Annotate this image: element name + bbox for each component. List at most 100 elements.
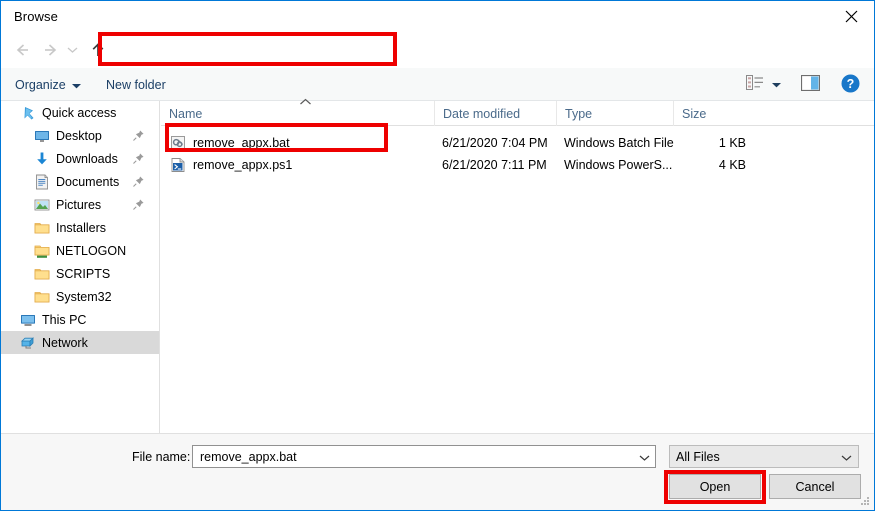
cell-text: 4 KB [718,158,746,172]
sidebar-item-label: This PC [42,312,87,327]
cell-type: Windows PowerS... [556,154,673,176]
recent-locations-button[interactable] [63,37,81,63]
pin-icon[interactable] [132,152,145,168]
cell-text: Windows Batch File [564,136,674,150]
chevron-down-icon [67,46,78,54]
cell-text: 6/21/2020 7:04 PM [442,136,548,150]
column-header-name[interactable]: Name [161,101,434,126]
pin-icon[interactable] [132,129,145,145]
sidebar-item-installers[interactable]: Installers [1,216,159,239]
cell-text: remove_appx.ps1 [193,158,293,172]
folder-icon [34,289,50,305]
column-header-size[interactable]: Size [673,101,758,126]
sidebar-item-quick-access[interactable]: Quick access [1,101,159,124]
pin-icon[interactable] [132,198,145,214]
cell-text: 1 KB [718,136,746,150]
sidebar-item-label: NETLOGON [56,243,127,258]
sidebar-item-documents[interactable]: Documents [1,170,159,193]
batch-file-icon [170,135,186,151]
documents-icon [34,174,50,190]
navigation-pane: Quick access Desktop Downloads Documents Pic… [1,101,160,433]
sidebar-item-label: Network [42,335,88,350]
sidebar-item-pictures[interactable]: Pictures [1,193,159,216]
sidebar-item-network[interactable]: Network [1,331,159,354]
cell-size: 1 KB [673,132,758,154]
sidebar-item-label: System32 [56,289,112,304]
cancel-button[interactable]: Cancel [769,474,861,499]
cell-name: remove_appx.bat [161,132,434,154]
table-row[interactable]: remove_appx.bat 6/21/2020 7:04 PM Windows … [161,132,874,154]
resize-grip-icon[interactable] [859,495,871,507]
column-header-type[interactable]: Type [556,101,673,126]
new-folder-button[interactable]: New folder [106,75,166,95]
file-rows: remove_appx.bat 6/21/2020 7:04 PM Windows … [161,126,874,176]
column-header-label: Name [169,106,203,121]
cell-date: 6/21/2020 7:04 PM [434,132,556,154]
column-header-row: Name Date modified Type Size [161,98,874,126]
file-name-input[interactable] [198,448,618,465]
chevron-down-icon[interactable] [639,451,650,465]
sidebar-item-desktop[interactable]: Desktop [1,124,159,147]
cell-type: Windows Batch File [556,132,674,154]
window-title: Browse [14,9,58,24]
file-list-pane: Name Date modified Type Size remove_appx.ba… [161,98,874,433]
command-bar: Organize New folder ? [1,68,874,101]
help-icon: ? [841,74,860,96]
preview-pane-icon [800,74,821,94]
open-button[interactable]: Open [669,474,761,499]
caret-down-icon [772,77,781,91]
preview-pane-button[interactable] [800,74,821,94]
sidebar-item-label: Documents [56,174,120,189]
cell-text: Windows PowerS... [564,158,673,172]
change-view-button[interactable] [746,75,781,93]
help-button[interactable]: ? [841,74,860,96]
column-header-date[interactable]: Date modified [434,101,556,126]
sidebar-item-system32[interactable]: System32 [1,285,159,308]
view-list-icon [746,75,764,93]
browse-dialog: Browse Search SCRIPTS Organize New folde… [0,0,875,511]
pin-icon[interactable] [132,175,145,191]
sidebar-item-label: Quick access [42,105,117,120]
sidebar-item-scripts[interactable]: SCRIPTS [1,262,159,285]
back-button[interactable] [9,37,35,63]
network-folder-icon [34,243,50,259]
sidebar-item-label: Desktop [56,128,102,143]
cell-size: 4 KB [673,154,758,176]
sidebar-item-label: Downloads [56,151,118,166]
sidebar-item-netlogon[interactable]: NETLOGON [1,239,159,262]
file-name-label: File name: [132,450,191,464]
close-button[interactable] [828,1,874,31]
arrow-left-icon [13,42,31,58]
sidebar-item-label: SCRIPTS [56,266,111,281]
organize-label: Organize [15,78,66,92]
column-header-label: Size [682,106,707,121]
caret-down-icon [71,78,81,92]
file-type-filter-value: All Files [676,449,720,464]
organize-button[interactable]: Organize [15,75,81,95]
up-button[interactable] [85,37,111,63]
pictures-icon [34,197,50,213]
cell-text: 6/21/2020 7:11 PM [442,158,547,172]
arrow-up-icon [90,42,106,59]
main-area: Quick access Desktop Downloads Documents Pic… [1,98,874,433]
sidebar-item-label: Installers [56,220,107,235]
new-folder-label: New folder [106,78,166,92]
arrow-right-icon [42,42,60,58]
title-bar: Browse [1,1,874,32]
star-pin-icon [20,105,36,121]
sidebar-item-this-pc[interactable]: This PC [1,308,159,331]
folder-icon [34,220,50,236]
cell-text: remove_appx.bat [193,136,290,150]
table-row[interactable]: remove_appx.ps1 6/21/2020 7:11 PM Windows … [161,154,874,176]
close-icon [845,10,858,23]
network-icon [20,335,36,351]
file-type-filter-dropdown[interactable]: All Files [669,445,859,468]
cell-date: 6/21/2020 7:11 PM [434,154,556,176]
sidebar-item-downloads[interactable]: Downloads [1,147,159,170]
file-name-field[interactable] [192,445,656,468]
forward-button[interactable] [38,37,64,63]
cell-name: remove_appx.ps1 [161,154,434,176]
chevron-down-icon [841,451,852,465]
download-icon [34,151,50,167]
svg-text:?: ? [847,77,855,91]
